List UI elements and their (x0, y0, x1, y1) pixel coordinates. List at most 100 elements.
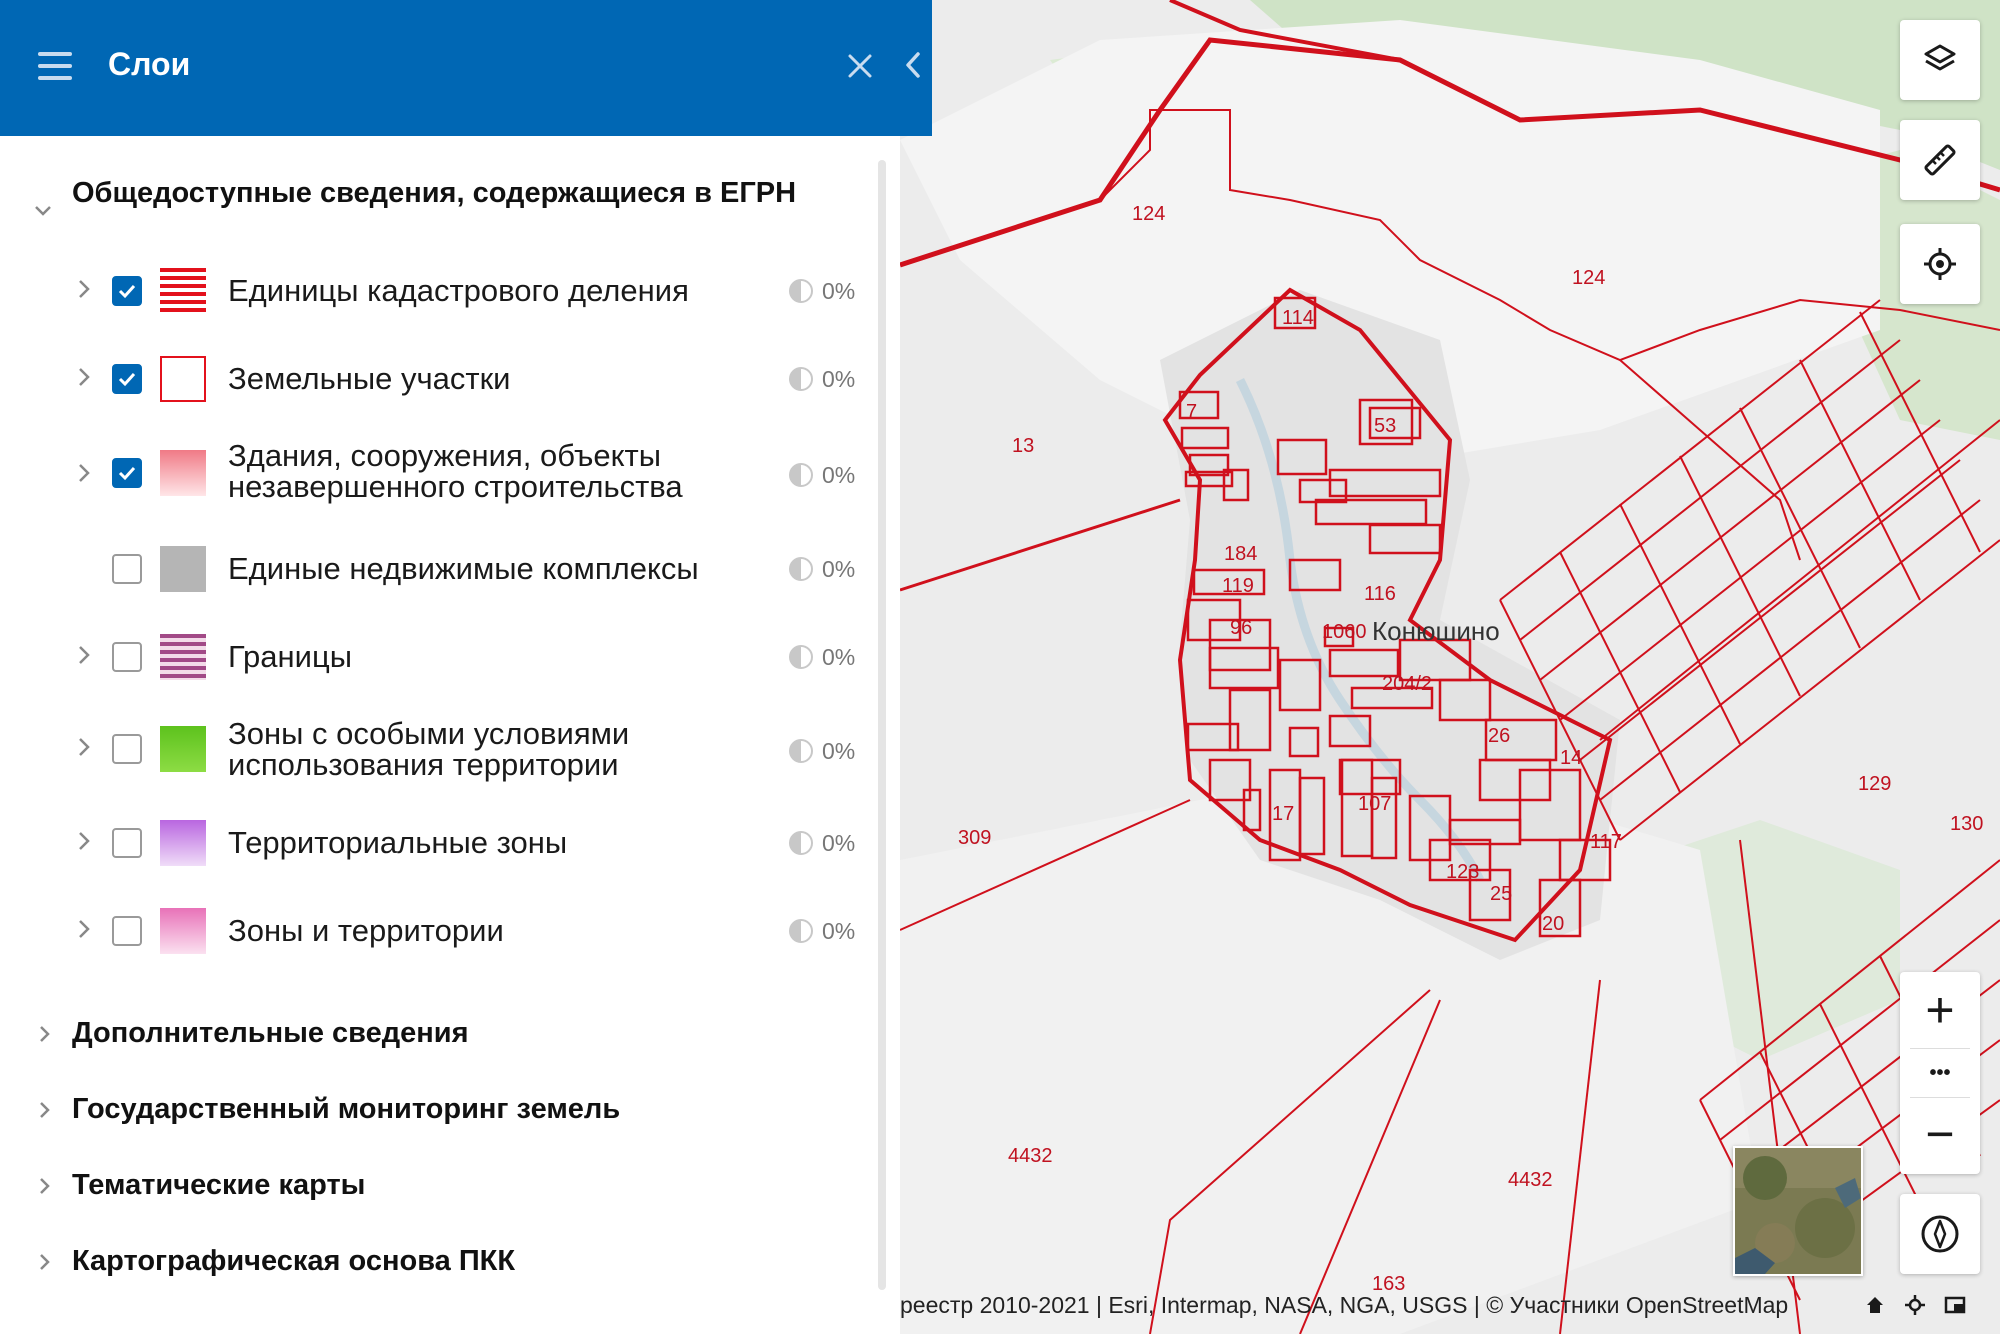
ruler-icon (1924, 144, 1956, 176)
opacity-value: 0% (822, 366, 856, 392)
layer-row-ens[interactable]: Единые недвижимые комплексы 0% (0, 534, 870, 604)
layer-label-line2: незавершенного строительства (228, 469, 683, 504)
svg-text:129: 129 (1858, 773, 1891, 795)
svg-text:25: 25 (1490, 883, 1512, 905)
zoom-out-button[interactable]: − (1900, 1098, 1980, 1174)
layer-label: Единые недвижимые комплексы (228, 551, 699, 586)
basemap-switcher[interactable] (1733, 1146, 1863, 1276)
opacity-icon[interactable] (788, 366, 814, 392)
map-attribution: реестр 2010-2021 | Esri, Intermap, NASA,… (900, 1290, 2000, 1324)
chevron-right-icon[interactable] (76, 736, 92, 758)
layers-panel: Слои Общедоступные сведения, содержащиес… (0, 0, 932, 1334)
locate-button[interactable] (1900, 224, 1980, 304)
opacity-icon[interactable] (788, 644, 814, 670)
opacity-icon[interactable] (788, 738, 814, 764)
minimap-toggle-icon[interactable] (1944, 1294, 1966, 1316)
chevron-right-icon[interactable] (76, 644, 92, 666)
layer-checkbox[interactable] (112, 554, 142, 584)
layer-label-line2: использования территории (228, 747, 619, 782)
chevron-right-icon[interactable] (36, 1025, 54, 1043)
opacity-value: 0% (822, 556, 856, 582)
compass-button[interactable] (1900, 1194, 1980, 1274)
layer-checkbox[interactable] (112, 916, 142, 946)
layer-label: Единицы кадастрового деления (228, 273, 689, 308)
swatch-boundaries (160, 634, 206, 680)
svg-text:123: 123 (1446, 861, 1479, 883)
home-icon[interactable] (1864, 1294, 1886, 1316)
svg-text:26: 26 (1488, 725, 1510, 747)
svg-text:13: 13 (1012, 435, 1034, 457)
more-button[interactable]: ••• (1900, 1049, 1980, 1097)
menu-icon[interactable] (38, 52, 72, 80)
chevron-right-icon[interactable] (76, 278, 92, 300)
chevron-right-icon[interactable] (76, 830, 92, 852)
layers-icon (1924, 44, 1956, 71)
place-name: Конюшино (1372, 616, 1500, 646)
layer-row-zones-territories[interactable]: Зоны и территории 0% (0, 896, 870, 966)
svg-text:20: 20 (1542, 913, 1564, 935)
layer-label-line1: Здания, сооружения, объекты (228, 438, 661, 473)
layer-label: Земельные участки (228, 361, 511, 396)
chevron-right-icon[interactable] (36, 1177, 54, 1195)
svg-text:124: 124 (1132, 203, 1165, 225)
layer-row-boundaries[interactable]: Границы 0% (0, 622, 870, 692)
swatch-cadastral (160, 268, 206, 314)
panel-header: Слои (0, 0, 932, 136)
chevron-right-icon[interactable] (76, 918, 92, 940)
svg-text:17: 17 (1272, 803, 1294, 825)
layer-checkbox[interactable] (112, 734, 142, 764)
chevron-down-icon[interactable] (34, 202, 52, 220)
layer-row-zouit[interactable]: Зоны с особыми условиями использования т… (0, 712, 870, 792)
opacity-value: 0% (822, 278, 856, 304)
layer-checkbox[interactable] (112, 364, 142, 394)
svg-text:96: 96 (1230, 617, 1252, 639)
svg-text:114: 114 (1282, 307, 1314, 329)
opacity-icon[interactable] (788, 556, 814, 582)
locate-icon (1924, 248, 1956, 280)
chevron-right-icon[interactable] (76, 462, 92, 484)
compass-icon (1921, 1215, 1959, 1253)
layer-label: Территориальные зоны (228, 825, 568, 860)
layer-row-cadastral-division[interactable]: Единицы кадастрового деления 0% (0, 256, 870, 326)
crosshair-icon[interactable] (1904, 1294, 1926, 1316)
opacity-icon[interactable] (788, 918, 814, 944)
zoom-controls: + ••• − (1900, 972, 1980, 1174)
group-additional-info[interactable]: Дополнительные сведения (72, 1016, 469, 1051)
layer-label: Зоны и территории (228, 913, 504, 948)
layers-button[interactable] (1900, 20, 1980, 100)
chevron-right-icon[interactable] (36, 1101, 54, 1119)
svg-text:184: 184 (1224, 543, 1257, 565)
panel-scrollbar[interactable] (878, 160, 886, 1290)
group-egrn-label: Общедоступные сведения, содержащиеся в Е… (72, 177, 797, 209)
layer-label: Здания, сооружения, объекты незавершенно… (228, 440, 683, 502)
layer-checkbox[interactable] (112, 276, 142, 306)
layer-checkbox[interactable] (112, 642, 142, 672)
layer-row-territorial-zones[interactable]: Территориальные зоны 0% (0, 808, 870, 878)
panel-title: Слои (108, 46, 191, 82)
layer-label: Зоны с особыми условиями использования т… (228, 718, 629, 780)
collapse-panel-icon[interactable] (902, 50, 924, 80)
close-icon[interactable] (846, 52, 874, 80)
opacity-icon[interactable] (788, 462, 814, 488)
svg-text:53: 53 (1374, 415, 1396, 437)
opacity-icon[interactable] (788, 830, 814, 856)
opacity-icon[interactable] (788, 278, 814, 304)
group-thematic-maps[interactable]: Тематические карты (72, 1168, 365, 1203)
swatch-territorial-zones (160, 820, 206, 866)
svg-text:4432: 4432 (1508, 1169, 1553, 1191)
chevron-right-icon[interactable] (36, 1253, 54, 1271)
group-land-monitoring[interactable]: Государственный мониторинг земель (72, 1092, 620, 1127)
group-cartographic-base[interactable]: Картографическая основа ПКК (72, 1244, 515, 1279)
layer-row-buildings[interactable]: Здания, сооружения, объекты незавершенно… (0, 438, 870, 518)
layer-checkbox[interactable] (112, 828, 142, 858)
chevron-right-icon[interactable] (76, 366, 92, 388)
layer-checkbox[interactable] (112, 458, 142, 488)
layer-row-land-plots[interactable]: Земельные участки 0% (0, 344, 870, 414)
group-egrn[interactable]: Общедоступные сведения, содержащиеся в Е… (72, 176, 832, 211)
layer-label-line1: Зоны с особыми условиями (228, 716, 630, 751)
zoom-in-button[interactable]: + (1900, 972, 1980, 1048)
svg-text:7: 7 (1186, 401, 1197, 423)
svg-text:119: 119 (1222, 575, 1254, 597)
measure-button[interactable] (1900, 120, 1980, 200)
svg-text:204/2: 204/2 (1382, 673, 1432, 695)
